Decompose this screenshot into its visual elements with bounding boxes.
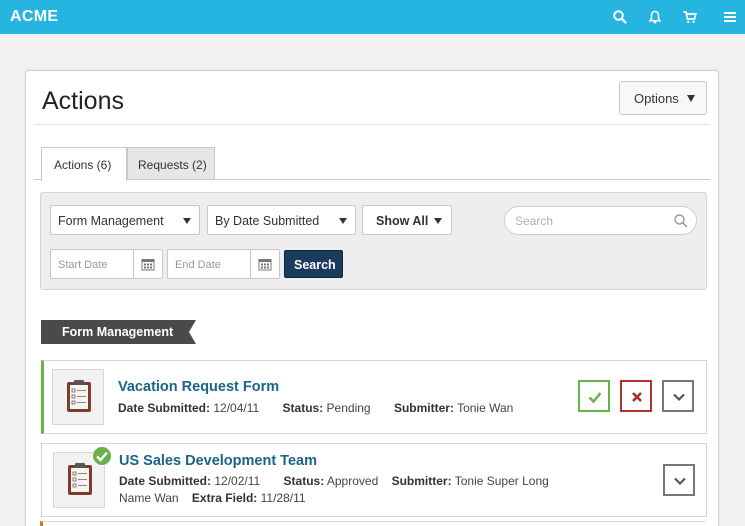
search-button[interactable]: Search — [284, 250, 343, 278]
tab-requests[interactable]: Requests (2) — [127, 147, 215, 180]
caret-down-icon — [434, 218, 442, 224]
calendar-icon — [141, 259, 155, 271]
check-icon — [588, 392, 602, 404]
chevron-down-icon — [674, 477, 686, 486]
next-list-item-edge — [40, 521, 706, 526]
sort-select-value: By Date Submitted — [215, 214, 320, 228]
item-title-link[interactable]: US Sales Development Team — [119, 453, 317, 469]
category-select[interactable]: Form Management — [50, 205, 200, 235]
x-icon — [632, 392, 642, 402]
caret-down-icon — [687, 95, 695, 102]
submitter-value-continued: Name Wan — [119, 491, 179, 505]
date-label: Date Submitted: — [119, 474, 212, 488]
status-value: Approved — [326, 474, 379, 488]
reject-button[interactable] — [620, 380, 652, 412]
divider — [34, 124, 710, 125]
show-all-select[interactable]: Show All — [362, 205, 452, 235]
date-label: Date Submitted: — [118, 401, 211, 415]
clipboard-icon — [67, 380, 91, 412]
item-meta-continued: Name Wan Extra Field: 11/28/11 — [119, 491, 306, 505]
actions-panel: Actions Options Actions (6) Requests (2)… — [25, 70, 719, 526]
calendar-button[interactable] — [133, 250, 162, 278]
search-input[interactable] — [515, 212, 665, 230]
date-value: 12/02/11 — [214, 474, 261, 488]
item-meta: Date Submitted: 12/02/11 Status: Approve… — [119, 474, 549, 488]
item-meta: Date Submitted: 12/04/11 Status: Pending… — [118, 401, 513, 415]
calendar-icon — [258, 259, 272, 271]
options-label: Options — [634, 91, 679, 106]
start-date-field[interactable]: Start Date — [50, 249, 163, 279]
caret-down-icon — [339, 218, 347, 224]
list-item: Vacation Request Form Date Submitted: 12… — [41, 360, 707, 434]
brand-logo[interactable]: ACME — [10, 8, 58, 26]
submitter-label: Submitter: — [391, 474, 452, 488]
search-icon[interactable] — [612, 9, 628, 25]
tabs-underline — [34, 179, 710, 180]
top-navbar: ACME — [0, 0, 745, 34]
category-select-value: Form Management — [58, 214, 164, 228]
list-item: US Sales Development Team Date Submitted… — [41, 443, 707, 517]
tab-requests-label: Requests (2) — [138, 158, 207, 172]
status-label: Status: — [282, 401, 324, 415]
submitter-value: Tonie Super Long — [454, 474, 549, 488]
tab-actions[interactable]: Actions (6) — [41, 147, 127, 181]
expand-button[interactable] — [663, 464, 695, 496]
status-label: Status: — [283, 474, 325, 488]
search-icon[interactable] — [673, 213, 689, 229]
approve-button[interactable] — [578, 380, 610, 412]
extra-field-value: 11/28/11 — [260, 491, 306, 505]
show-all-value: Show All — [376, 214, 429, 228]
clipboard-icon — [68, 463, 92, 495]
end-date-placeholder: End Date — [175, 259, 221, 271]
approved-check-icon — [92, 446, 112, 466]
item-title-link[interactable]: Vacation Request Form — [118, 379, 279, 395]
extra-field-label: Extra Field: — [191, 491, 258, 505]
sort-select[interactable]: By Date Submitted — [207, 205, 356, 235]
hamburger-menu-icon[interactable] — [722, 9, 738, 25]
search-field[interactable] — [504, 206, 697, 235]
search-button-label: Search — [294, 258, 336, 272]
start-date-placeholder: Start Date — [58, 259, 108, 271]
document-thumbnail — [52, 369, 104, 425]
section-banner: Form Management — [41, 320, 201, 344]
bell-icon[interactable] — [647, 9, 663, 25]
section-title: Form Management — [62, 325, 174, 339]
expand-button[interactable] — [662, 380, 694, 412]
calendar-button[interactable] — [250, 250, 279, 278]
page-title: Actions — [42, 87, 124, 115]
status-value: Pending — [326, 401, 371, 415]
tab-actions-label: Actions (6) — [54, 158, 112, 172]
cart-icon[interactable] — [682, 9, 698, 25]
filter-bar: Form Management By Date Submitted Show A… — [40, 192, 707, 290]
submitter-label: Submitter: — [393, 401, 454, 415]
date-value: 12/04/11 — [213, 401, 260, 415]
submitter-value: Tonie Wan — [457, 401, 514, 415]
end-date-field[interactable]: End Date — [167, 249, 280, 279]
chevron-down-icon — [673, 393, 685, 402]
options-button[interactable]: Options — [619, 81, 707, 115]
caret-down-icon — [183, 218, 191, 224]
